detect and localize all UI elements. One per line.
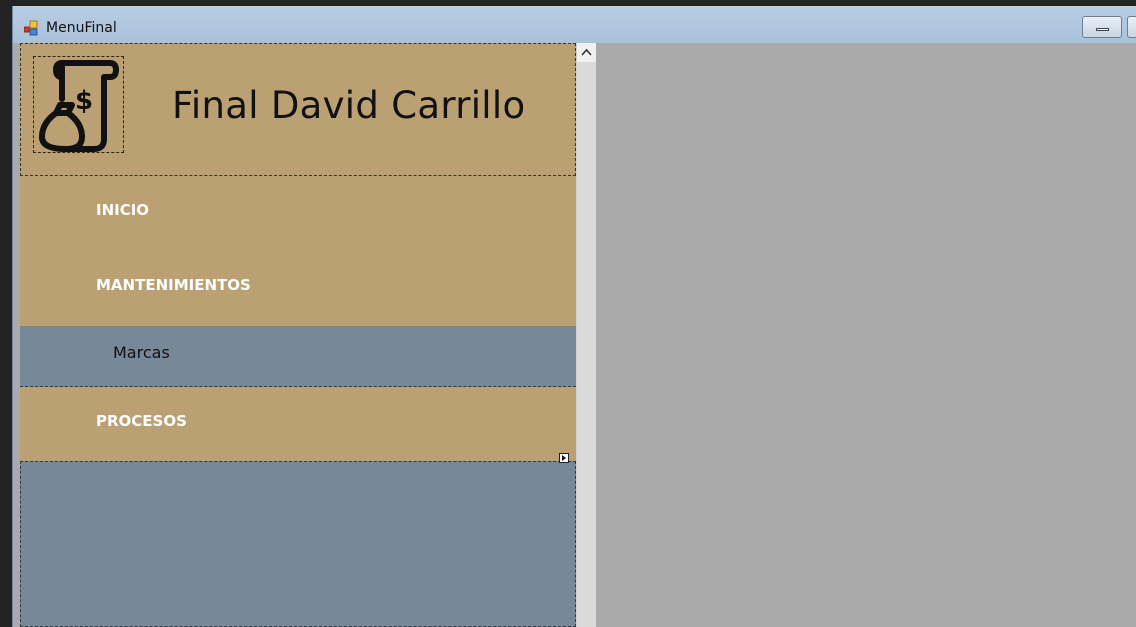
vertical-scrollbar[interactable] <box>576 43 596 627</box>
app-icon <box>24 20 38 36</box>
scroll-up-button[interactable] <box>577 43 596 62</box>
title-bar[interactable]: MenuFinal <box>13 6 1136 43</box>
menu-item-mantenimientos[interactable]: MANTENIMIENTOS <box>20 251 576 326</box>
logo-panel: $ Final David Carrillo <box>20 43 576 176</box>
maximize-button[interactable] <box>1127 16 1136 38</box>
smart-tag-arrow-icon[interactable] <box>559 453 569 463</box>
chevron-up-icon <box>581 48 592 56</box>
menu-item-label: PROCESOS <box>96 412 187 430</box>
window-title: MenuFinal <box>46 20 117 36</box>
submenu-item-label: Marcas <box>113 343 170 362</box>
logo-picturebox: $ <box>33 56 124 153</box>
menu-item-procesos[interactable]: PROCESOS <box>20 387 576 462</box>
svg-text:$: $ <box>75 86 93 116</box>
minimize-button[interactable] <box>1082 16 1122 38</box>
main-window: MenuFinal $ Final David Carrillo INICIO … <box>12 6 1136 627</box>
side-menu-panel: $ Final David Carrillo INICIO MANTENIMIE… <box>20 43 576 627</box>
scroll-money-bag-icon: $ <box>39 60 119 152</box>
minimize-icon <box>1096 28 1109 31</box>
submenu-mantenimientos: Marcas <box>20 326 576 387</box>
menu-item-inicio[interactable]: INICIO <box>20 176 576 251</box>
submenu-procesos-panel <box>20 461 576 627</box>
menu-item-label: INICIO <box>96 201 150 219</box>
submenu-item-marcas[interactable]: Marcas <box>20 326 576 386</box>
menu-item-label: MANTENIMIENTOS <box>96 276 251 294</box>
brand-title: Final David Carrillo <box>172 84 526 127</box>
content-area <box>596 43 1136 627</box>
